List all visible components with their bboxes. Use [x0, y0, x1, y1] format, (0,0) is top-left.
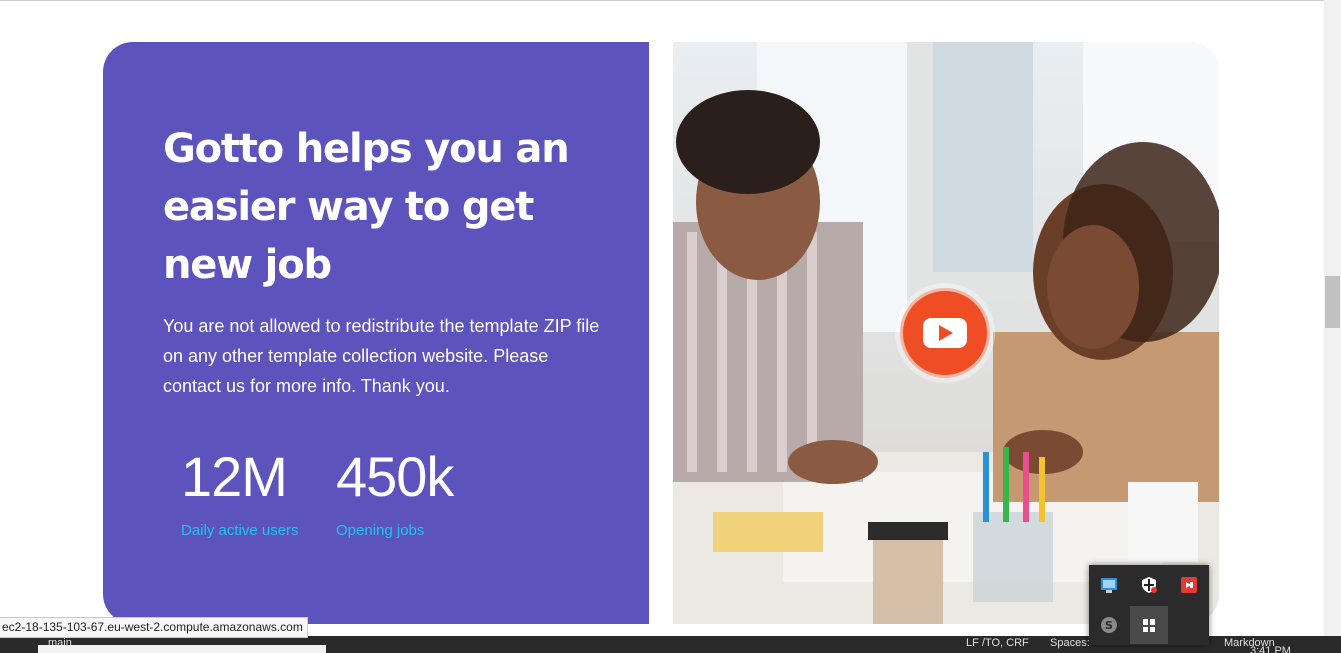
stat-daily-users: 12M Daily active users	[181, 445, 299, 540]
stat-opening-jobs: 450k Opening jobs	[336, 445, 454, 540]
stat-label: Daily active users	[181, 522, 299, 539]
stat-value: 12M	[181, 445, 288, 508]
system-tray-overflow: S	[1089, 565, 1209, 645]
scrollbar-thumb[interactable]	[1325, 276, 1340, 328]
windows-security-icon	[1140, 616, 1158, 634]
stat-label: Opening jobs	[336, 522, 425, 539]
remote-desktop-icon[interactable]	[1180, 576, 1198, 594]
clock-label: 3:41 PM	[1250, 645, 1291, 653]
tray-selected-slot[interactable]	[1130, 606, 1168, 644]
network-monitor-icon[interactable]	[1100, 576, 1118, 594]
youtube-play-icon	[923, 318, 967, 348]
shield-icon[interactable]	[1140, 576, 1158, 594]
window-top-border	[0, 0, 1341, 1]
link-status-url: ec2-18-135-103-67.eu-west-2.compute.amaz…	[0, 617, 308, 638]
hero-description: You are not allowed to redistribute the …	[163, 316, 600, 396]
hero-title: Gotto helps you an easier way to get new…	[163, 126, 570, 288]
video-play-button[interactable]	[900, 288, 990, 378]
skype-icon[interactable]: S	[1100, 616, 1118, 634]
taskbar-window-preview[interactable]	[38, 645, 326, 653]
svg-text:S: S	[1105, 619, 1113, 632]
stat-value: 450k	[336, 445, 454, 508]
line-ending-label[interactable]: LF /TO, CRF	[966, 636, 1029, 651]
spaces-label[interactable]: Spaces:	[1050, 636, 1090, 651]
